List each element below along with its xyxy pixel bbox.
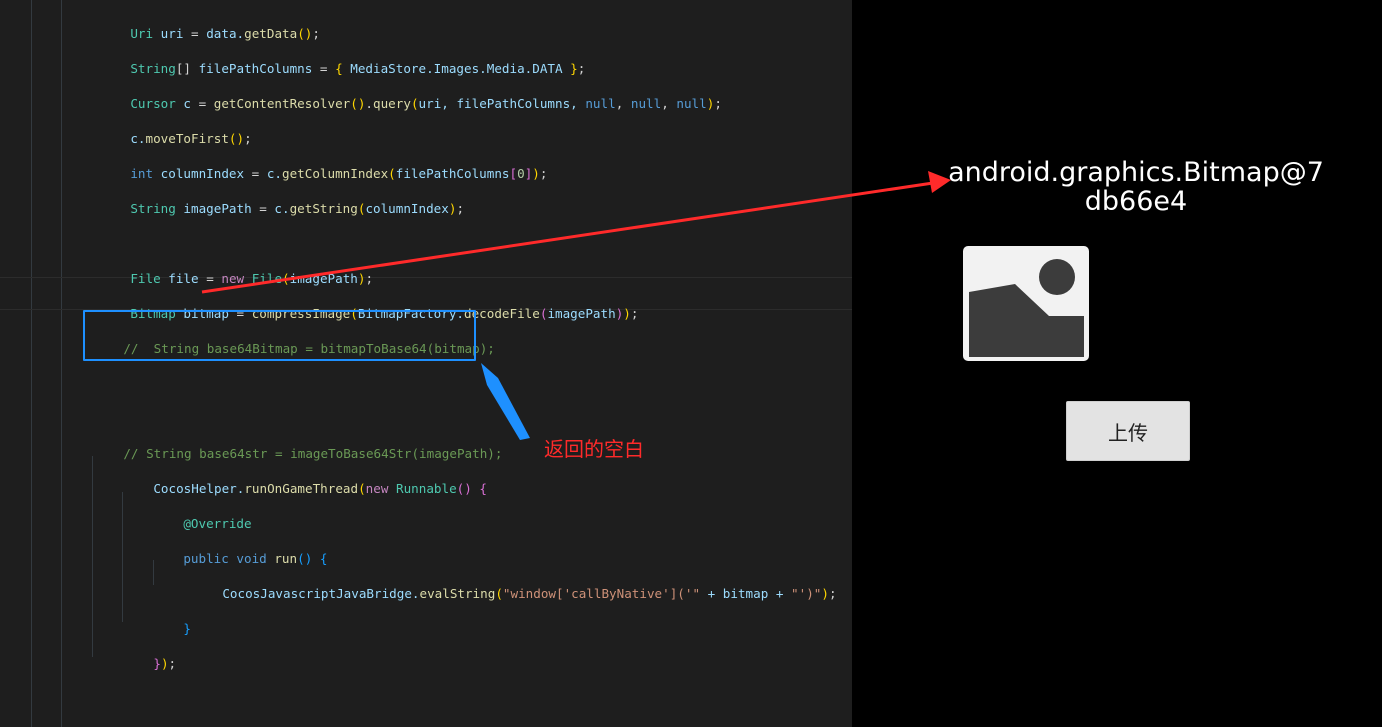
device-screen: android.graphics.Bitmap@7db66e4 上传	[852, 0, 1382, 727]
code-line-15[interactable]: }	[153, 599, 191, 636]
upload-button[interactable]: 上传	[1066, 401, 1190, 461]
code-line-11[interactable]: CocosHelper.runOnGameThread(new Runnable…	[123, 459, 487, 496]
code-line-8[interactable]: Bitmap bitmap = compressImage(BitmapFact…	[100, 284, 638, 321]
code-line-1[interactable]: Uri uri = data.getData();	[100, 4, 320, 41]
code-line-5[interactable]: int columnIndex = c.getColumnIndex(fileP…	[100, 144, 547, 181]
code-line-7[interactable]: File file = new File(imagePath);	[100, 249, 373, 286]
indent-guide	[92, 456, 93, 657]
code-line-14[interactable]: CocosJavascriptJavaBridge.evalString("wi…	[192, 564, 836, 601]
annotation-highlight-box	[83, 310, 476, 361]
code-line-4[interactable]: c.moveToFirst();	[100, 109, 251, 146]
indent-guide	[31, 0, 32, 727]
code-line-12[interactable]: @Override	[153, 494, 251, 531]
bitmap-output-text: android.graphics.Bitmap@7db66e4	[948, 157, 1324, 217]
image-placeholder-icon	[963, 246, 1089, 361]
code-line-2[interactable]: String[] filePathColumns = { MediaStore.…	[100, 39, 585, 76]
code-line-13[interactable]: public void run() {	[153, 529, 327, 566]
annotation-label: 返回的空白	[544, 437, 644, 461]
code-editor[interactable]: Uri uri = data.getData(); String[] fileP…	[0, 0, 852, 727]
code-line-16[interactable]: });	[123, 634, 176, 671]
code-line-6[interactable]: String imagePath = c.getString(columnInd…	[100, 179, 464, 216]
indent-guide	[61, 0, 62, 727]
code-line-3[interactable]: Cursor c = getContentResolver().query(ur…	[100, 74, 722, 111]
code-line-10-comment[interactable]: // String base64str = imageToBase64Str(i…	[93, 424, 502, 461]
